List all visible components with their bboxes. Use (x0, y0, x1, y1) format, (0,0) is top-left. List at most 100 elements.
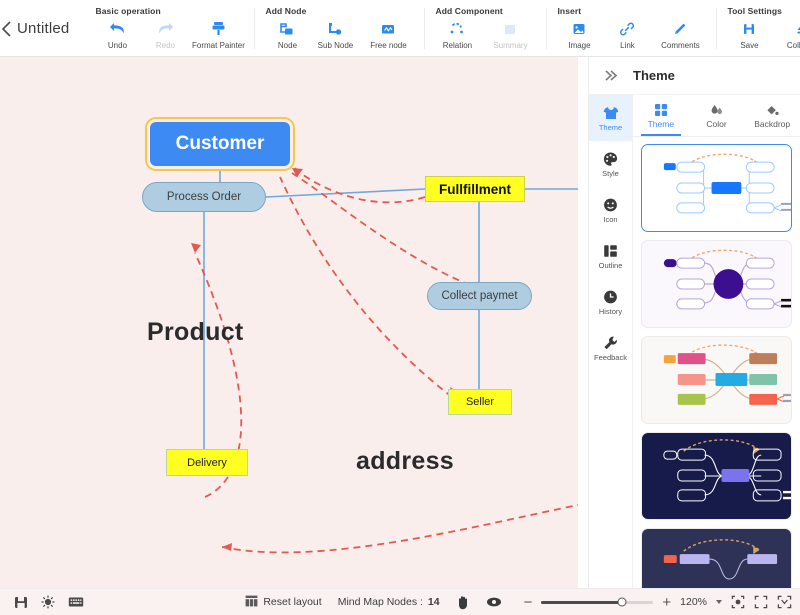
rail-item-theme[interactable]: Theme (589, 95, 632, 141)
group-title: Tool Settings (725, 0, 800, 17)
toolbar-group-insert: Insert Image (547, 0, 717, 57)
toolbar-group-basic-operation: Basic operation Undo (85, 0, 255, 57)
keyboard-icon[interactable] (68, 596, 84, 608)
theme-card-purple[interactable] (641, 240, 792, 328)
group-title: Add Node (263, 0, 417, 17)
node-label: Process Order (167, 191, 241, 203)
mindmap-app: Untitled Basic operation Undo (0, 0, 800, 615)
theme-list[interactable] (633, 137, 800, 588)
rail-label: Icon (603, 215, 617, 224)
relation-fullfillment-to-customer (295, 168, 425, 202)
node-label: Node (278, 41, 297, 50)
center-target-icon[interactable] (731, 595, 745, 609)
redo-arrow-icon (156, 19, 175, 38)
rail-item-icon[interactable]: Icon (589, 187, 632, 233)
top-toolbar: Untitled Basic operation Undo (0, 0, 800, 57)
zoom-out-button[interactable]: − (524, 595, 533, 610)
rail-label: Theme (599, 123, 622, 132)
node-count-label: Mind Map Nodes : (338, 596, 423, 608)
fit-screen-icon[interactable] (754, 595, 768, 609)
redo-button[interactable]: Redo (141, 17, 189, 50)
format-painter-icon (209, 19, 228, 38)
toolbar-group-add-node: Add Node Node (255, 0, 425, 57)
tshirt-icon (602, 104, 620, 121)
chevron-down-icon[interactable] (716, 600, 722, 604)
rail-label: Style (602, 169, 619, 178)
save-disk-icon (740, 19, 758, 38)
chevrons-right-icon (604, 69, 619, 82)
back-button[interactable] (0, 0, 13, 57)
image-icon (570, 19, 588, 38)
format-painter-button[interactable]: Format Painter (189, 17, 247, 50)
eye-icon[interactable] (486, 596, 502, 608)
free-text-address[interactable]: address (356, 447, 454, 476)
theme-preview (642, 145, 791, 231)
tab-theme[interactable]: Theme (633, 95, 689, 136)
node-label: Collect paymet (441, 290, 517, 302)
theme-card-blue-light[interactable] (641, 144, 792, 232)
mindmap-node-fullfillment[interactable]: Fullfillment (425, 176, 525, 202)
tab-color[interactable]: Color (689, 95, 745, 136)
tab-label: Backdrop (754, 119, 790, 129)
summary-icon (501, 19, 519, 38)
document-title[interactable]: Untitled (13, 0, 85, 57)
relation-label: Relation (443, 41, 472, 50)
right-panel-tabs: Theme Color (633, 95, 800, 137)
save-button[interactable]: Save (725, 17, 773, 50)
add-sub-node-button[interactable]: Sub Node (311, 17, 359, 50)
add-free-node-button[interactable]: Free node (359, 17, 417, 50)
collapse-label: Collapse (787, 41, 800, 50)
add-relation-button[interactable]: Relation (433, 17, 481, 50)
rail-item-style[interactable]: Style (589, 141, 632, 187)
zoom-in-button[interactable]: + (662, 595, 671, 610)
theme-card-colorful[interactable] (641, 336, 792, 424)
chevron-left-icon (0, 20, 13, 38)
undo-label: Undo (108, 41, 127, 50)
insert-image-button[interactable]: Image (555, 17, 603, 50)
undo-button[interactable]: Undo (93, 17, 141, 50)
collapse-button[interactable]: Collapse (773, 17, 800, 50)
zoom-slider-knob[interactable] (618, 598, 627, 607)
theme-preview (642, 241, 791, 327)
mindmap-node-seller[interactable]: Seller (448, 389, 512, 415)
relation-address-to-delivery (222, 505, 578, 552)
tab-label: Color (706, 119, 726, 129)
node-icon (278, 19, 296, 38)
right-panel: Theme Theme (588, 57, 800, 588)
reset-layout-button[interactable]: Reset layout (245, 595, 321, 610)
node-label: Seller (466, 396, 494, 408)
zoom-slider[interactable] (541, 601, 653, 604)
theme-card-dark-slate[interactable] (641, 528, 792, 588)
free-text-product[interactable]: Product (147, 318, 244, 347)
mindmap-node-process-order[interactable]: Process Order (142, 182, 266, 212)
insert-comments-button[interactable]: Comments (651, 17, 709, 50)
save-label: Save (740, 41, 758, 50)
mindmap-node-collect-paymet[interactable]: Collect paymet (427, 282, 532, 310)
rail-item-history[interactable]: History (589, 279, 632, 325)
free-node-label: Free node (370, 41, 406, 50)
insert-link-button[interactable]: Link (603, 17, 651, 50)
save-status-icon[interactable] (14, 596, 28, 609)
tab-backdrop[interactable]: Backdrop (744, 95, 800, 136)
hand-icon[interactable] (456, 595, 470, 610)
paint-bucket-icon (765, 102, 779, 117)
panel-collapse-button[interactable] (589, 69, 633, 82)
rail-item-feedback[interactable]: Feedback (589, 325, 632, 371)
full-screen-icon[interactable] (777, 595, 792, 609)
rail-item-outline[interactable]: Outline (589, 233, 632, 279)
color-drops-icon (710, 102, 724, 117)
add-node-button[interactable]: Node (263, 17, 311, 50)
theme-card-dark-navy[interactable] (641, 432, 792, 520)
image-label: Image (568, 41, 590, 50)
mindmap-node-customer[interactable]: Customer (150, 122, 290, 166)
mindmap-node-delivery[interactable]: Delivery (166, 449, 248, 476)
right-panel-main: Theme Color (633, 95, 800, 588)
brightness-icon[interactable] (41, 595, 55, 609)
comments-pen-icon (671, 19, 689, 38)
add-summary-button[interactable]: Summary (481, 17, 539, 50)
outline-icon (602, 242, 619, 259)
right-panel-header: Theme (589, 57, 800, 95)
summary-label: Summary (493, 41, 527, 50)
relation-links (195, 168, 578, 552)
mindmap-canvas[interactable]: Product address Customer Process Order F… (0, 57, 578, 588)
